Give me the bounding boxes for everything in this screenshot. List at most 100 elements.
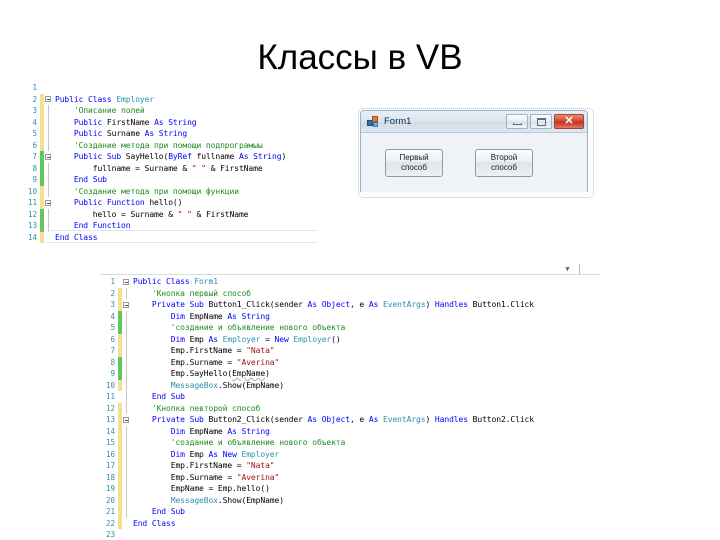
code-line: 3 Private Sub Button1_Click(sender As Ob… [100,299,600,311]
line-number: 5 [32,129,37,138]
minimize-button[interactable] [506,114,528,129]
code-editor-form1-class[interactable]: ▼ 1 Public Class Form1 2 'Кнопка первый сп… [100,264,600,540]
collapse-toggle-icon[interactable] [44,151,55,163]
code-text: End Sub [151,392,185,401]
code-line: 6 'Создание метода при помощи подпрограм… [22,139,318,152]
button-second-method-line2: способ [491,163,517,172]
collapse-toggle-icon[interactable] [122,299,133,311]
code-text: Public Sub SayHello(ByRef fullname As St… [73,152,287,161]
code-text: Emp.FirstName = "Nata" [170,461,275,470]
code-line: 1 Public Class Form1 [100,276,600,288]
line-number: 9 [32,175,37,184]
code-line: 18 Emp.Surname = "Averina" [100,471,600,484]
line-number: 10 [105,380,115,390]
editor-rule-line [46,242,318,243]
form1-client-area: Первый способ Второй способ [361,133,587,192]
code-text: 'создание и объявление нового объекта [170,438,346,447]
collapse-toggle-icon[interactable] [122,276,133,288]
line-number: 6 [110,334,115,344]
line-number: 1 [110,277,115,286]
line-number: 3 [32,106,37,115]
code-line: 4 Public FirstName As String [22,116,318,129]
button-first-method[interactable]: Первый способ [385,149,443,177]
outline-guide [44,174,55,186]
line-number: 2 [32,94,37,104]
code-text: Dim Emp As New Employer [170,449,280,459]
button-first-method-line1: Первый [399,153,429,162]
code-text: Dim EmpName As String [170,426,270,436]
outline-guide [44,116,55,129]
code-text: Emp.Surname = "Averina" [170,472,280,482]
code-text: Public Surname As String [73,129,188,138]
line-number: 7 [32,152,37,161]
code-text: EmpName = Emp.hello() [170,484,270,493]
line-number: 17 [105,461,115,470]
scroll-divider [579,264,580,274]
page-title: Классы в VB [257,38,463,77]
code-line: 10 'Создание метода при помощи функции [22,185,318,198]
vb-form-icon [367,115,379,128]
line-number: 4 [110,311,115,321]
code-line: 2 'Кнопка первый способ [100,287,600,299]
code-text: 'создание и объявление нового объекта [170,323,346,332]
form1-window[interactable]: Form1 ✕ Первый способ Второй способ [358,108,594,198]
form1-titlebar[interactable]: Form1 ✕ [361,111,587,133]
code-line: 9 Emp.SayHello(EmpName) [100,368,600,380]
code-text: Emp.SayHello(EmpName) [170,369,270,378]
code-text: Public FirstName As String [73,117,197,127]
button-second-method[interactable]: Второй способ [475,149,533,177]
line-number: 3 [110,300,115,309]
line-number: 11 [27,198,37,207]
code-line: 11 Public Function hello() [22,197,318,209]
outline-guide [44,139,55,152]
code-text: End Sub [73,175,107,184]
line-number: 14 [105,426,115,436]
code-text: 'Создание метода при помощи функции [73,186,239,196]
line-number: 14 [27,232,37,242]
outline-guide [122,356,133,369]
line-number: 15 [105,438,115,447]
code-text: MessageBox.Show(EmpName) [170,380,284,390]
outline-guide [44,185,55,198]
code-text: Private Sub Button2_Click(sender As Obje… [151,415,534,424]
code-line: 12 'Кнопка певторой способ [100,402,600,415]
code-text: Public Class Employer [55,94,155,104]
collapse-toggle-icon[interactable] [44,94,55,106]
button-second-method-line1: Второй [490,153,518,162]
button-first-method-line2: способ [401,163,427,172]
collapse-toggle-icon[interactable] [122,414,133,426]
collapse-toggle-icon[interactable] [44,197,55,209]
outline-guide [122,310,133,323]
editor-toolbar-strip: ▼ [100,264,600,274]
code-text: 'Создание метода при помощи подпрограмыы [73,140,263,150]
code-text: Dim EmpName As String [170,311,270,321]
line-number: 9 [110,369,115,378]
maximize-button[interactable] [530,114,552,129]
outline-guide [122,333,133,346]
code-text: 'Кнопка первый способ [151,288,251,298]
code-line: 19 EmpName = Emp.hello() [100,483,600,495]
code-editor-employer-class[interactable]: 1 2 Public Class Employer 3 'Описание полей… [22,82,318,252]
line-number: 12 [27,209,37,219]
outline-guide [122,402,133,415]
code-lines-form1: 1 Public Class Form1 2 'Кнопка первый спос… [100,276,600,540]
code-line: 12 hello = Surname & " " & FirstName [22,208,318,220]
outline-guide [122,471,133,484]
code-line: 22 End Class [100,517,600,529]
code-line: 7 Public Sub SayHello(ByRef fullname As … [22,151,318,163]
code-line: 10 MessageBox.Show(EmpName) [100,379,600,391]
editor-rule-line [46,230,318,231]
scroll-down-arrow-icon[interactable]: ▼ [563,265,572,273]
line-number: 23 [105,530,115,539]
code-line: 9 End Sub [22,174,318,186]
outline-guide [44,162,55,175]
code-text: Public Class Form1 [133,277,218,286]
line-number: 10 [27,186,37,196]
outline-guide [122,506,133,518]
code-line: 23 [100,529,600,540]
code-text: Private Sub Button1_Click(sender As Obje… [151,300,534,309]
close-button[interactable]: ✕ [554,114,584,129]
code-text: End Sub [151,507,185,516]
outline-guide [122,322,133,334]
code-text: Dim Emp As Employer = New Employer() [170,334,341,344]
